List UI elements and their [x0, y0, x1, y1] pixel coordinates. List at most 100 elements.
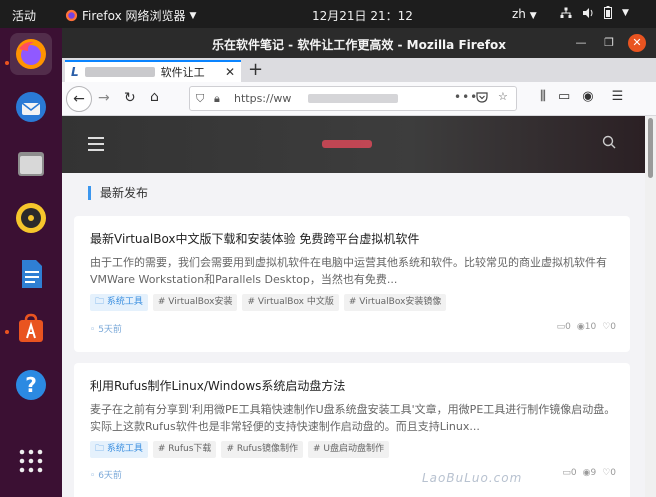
- activities-button[interactable]: 活动: [12, 7, 36, 24]
- post-tags: 🗀︎ 系统工具 # Rufus下载 # Rufus镜像制作 # U盘启动盘制作: [90, 441, 389, 458]
- dock-thunderbird[interactable]: [10, 86, 52, 128]
- folder-icon: [18, 152, 44, 176]
- network-icon: [560, 7, 572, 18]
- sidebar-icon[interactable]: ▭: [558, 89, 570, 104]
- comments-count: ▭0: [562, 468, 577, 478]
- maximize-button[interactable]: ❐: [600, 34, 618, 52]
- post-tag[interactable]: # U盘启动盘制作: [307, 441, 389, 458]
- folder-icon: 🗀︎: [95, 444, 105, 454]
- post-category[interactable]: 🗀︎ 系统工具: [90, 294, 148, 311]
- likes-count: ♡0: [602, 468, 616, 478]
- library-icon[interactable]: ⫼: [540, 89, 546, 104]
- system-menu[interactable]: ▼: [560, 6, 629, 19]
- post-tag[interactable]: # VirtualBox安装镜像: [343, 294, 447, 311]
- account-icon[interactable]: ◉: [582, 89, 593, 104]
- eye-icon: ◉: [576, 322, 585, 332]
- menu-icon[interactable]: ☰: [612, 89, 624, 104]
- views-count: ◉9: [582, 468, 597, 478]
- post-title[interactable]: 最新VirtualBox中文版下载和安装体验 免费跨平台虚拟机软件: [90, 230, 419, 247]
- dock-help[interactable]: ?: [10, 364, 52, 406]
- likes-count: ♡0: [602, 322, 616, 332]
- post-tag[interactable]: # VirtualBox安装: [152, 294, 238, 311]
- post-excerpt: 麦子在之前有分享到'利用微PE工具箱快速制作U盘系统盘安装工具'文章，用微PE工…: [90, 403, 616, 433]
- pocket-icon[interactable]: [476, 91, 488, 106]
- post-card[interactable]: 最新VirtualBox中文版下载和安装体验 免费跨平台虚拟机软件 由于工作的需…: [74, 216, 630, 352]
- post-stats: ▭0 ◉10 ♡0: [557, 322, 616, 332]
- dock-libreoffice-writer[interactable]: [10, 253, 52, 295]
- bookmark-star-icon[interactable]: ☆: [498, 90, 508, 103]
- firefox-icon: [16, 39, 46, 69]
- scrollbar-thumb[interactable]: [648, 118, 653, 178]
- lock-icon[interactable]: 🔒︎: [214, 92, 220, 106]
- comment-icon: ▭: [562, 468, 571, 478]
- desktop: 活动 Firefox 网络浏览器 ▼ 12月21日 21：12 zh ▼ ▼ ?…: [0, 0, 656, 497]
- home-button[interactable]: ⌂: [150, 89, 159, 105]
- tab-title-blurred: [84, 67, 155, 77]
- tab-active[interactable]: L 软件让工 ✕: [65, 60, 241, 82]
- site-logo-blurred[interactable]: [322, 140, 372, 148]
- minimize-button[interactable]: —: [572, 34, 590, 52]
- dock-files[interactable]: [10, 142, 52, 184]
- post-title[interactable]: 利用Rufus制作Linux/Windows系统启动盘方法: [90, 377, 345, 394]
- app-menu[interactable]: Firefox 网络浏览器 ▼: [65, 7, 196, 24]
- caret-down-icon: ▼: [622, 7, 629, 18]
- caret-down-icon: ▼: [189, 10, 197, 21]
- svg-text:?: ?: [25, 373, 37, 397]
- app-name: Firefox 网络浏览器: [82, 9, 186, 23]
- dock-show-applications[interactable]: [10, 440, 52, 482]
- post-tags: 🗀︎ 系统工具 # VirtualBox安装 # VirtualBox 中文版 …: [90, 294, 447, 311]
- post-time-label: 5天前: [98, 325, 122, 335]
- help-icon: ?: [16, 370, 46, 400]
- window-title: 乐在软件笔记 - 软件让工作更高效 - Mozilla Firefox: [211, 38, 507, 52]
- close-window-button[interactable]: ✕: [628, 34, 646, 52]
- thunderbird-icon: [16, 92, 46, 122]
- reload-button[interactable]: ↻: [124, 90, 136, 106]
- post-category[interactable]: 🗀︎ 系统工具: [90, 441, 148, 458]
- page-scrollbar[interactable]: [645, 116, 656, 497]
- forward-button[interactable]: →: [98, 90, 110, 106]
- watermark-logo: LaoBuLuo.com: [422, 471, 523, 485]
- post-tag[interactable]: # VirtualBox 中文版: [242, 294, 339, 311]
- music-player-icon: [16, 203, 46, 233]
- dock: ?: [0, 28, 62, 497]
- post-tag[interactable]: # Rufus下载: [152, 441, 217, 458]
- site-menu-icon[interactable]: [88, 137, 104, 151]
- post-card[interactable]: 利用Rufus制作Linux/Windows系统启动盘方法 麦子在之前有分享到'…: [74, 363, 630, 497]
- url-text: https://ww: [234, 92, 292, 105]
- url-bar[interactable]: ⛉ 🔒︎ https://ww ••• ☆: [189, 86, 517, 111]
- new-tab-button[interactable]: +: [248, 59, 263, 80]
- site-search-icon[interactable]: [602, 135, 616, 153]
- input-method-menu[interactable]: zh ▼: [512, 7, 537, 21]
- document-icon: [22, 260, 42, 288]
- comments-count: ▭0: [556, 322, 571, 332]
- page-actions-icon[interactable]: •••: [454, 90, 478, 104]
- firefox-icon: [65, 9, 78, 22]
- dock-rhythmbox[interactable]: [10, 197, 52, 239]
- app-grid-icon: [19, 449, 43, 473]
- post-time-label: 6天前: [98, 471, 122, 481]
- top-bar: 活动 Firefox 网络浏览器 ▼ 12月21日 21：12 zh ▼ ▼: [0, 0, 656, 28]
- web-page: 最新发布 最新VirtualBox中文版下载和安装体验 免费跨平台虚拟机软件 由…: [62, 116, 645, 497]
- input-method-label: zh: [512, 7, 526, 21]
- dock-software-center[interactable]: [10, 308, 52, 350]
- toolbar-right: ⫼ ▭ ◉ ☰: [540, 89, 623, 104]
- site-header: [62, 116, 645, 173]
- tracking-shield-icon[interactable]: ⛉: [196, 92, 204, 106]
- tab-strip: L 软件让工 ✕ +: [62, 58, 656, 82]
- tab-title: 软件让工: [160, 66, 205, 79]
- url-blurred: [308, 94, 398, 103]
- navigation-toolbar: ← → ↻ ⌂ ⛉ 🔒︎ https://ww ••• ☆ ⫼ ▭ ◉ ☰: [62, 82, 656, 116]
- battery-icon: [604, 6, 612, 19]
- post-stats: ▭0 ◉9 ♡0: [562, 468, 616, 478]
- clock[interactable]: 12月21日 21：12: [312, 7, 413, 24]
- back-button[interactable]: ←: [66, 86, 92, 112]
- firefox-window: 乐在软件笔记 - 软件让工作更高效 - Mozilla Firefox — ❐ …: [62, 28, 656, 497]
- close-tab-icon[interactable]: ✕: [225, 65, 235, 79]
- dock-firefox[interactable]: [10, 33, 52, 75]
- running-indicator: [5, 330, 9, 334]
- post-time: ◦ 6天前: [90, 468, 122, 481]
- site-favicon-icon: L: [71, 65, 79, 79]
- post-tag[interactable]: # Rufus镜像制作: [221, 441, 303, 458]
- window-titlebar[interactable]: 乐在软件笔记 - 软件让工作更高效 - Mozilla Firefox — ❐ …: [62, 28, 656, 58]
- caret-down-icon: ▼: [529, 11, 537, 21]
